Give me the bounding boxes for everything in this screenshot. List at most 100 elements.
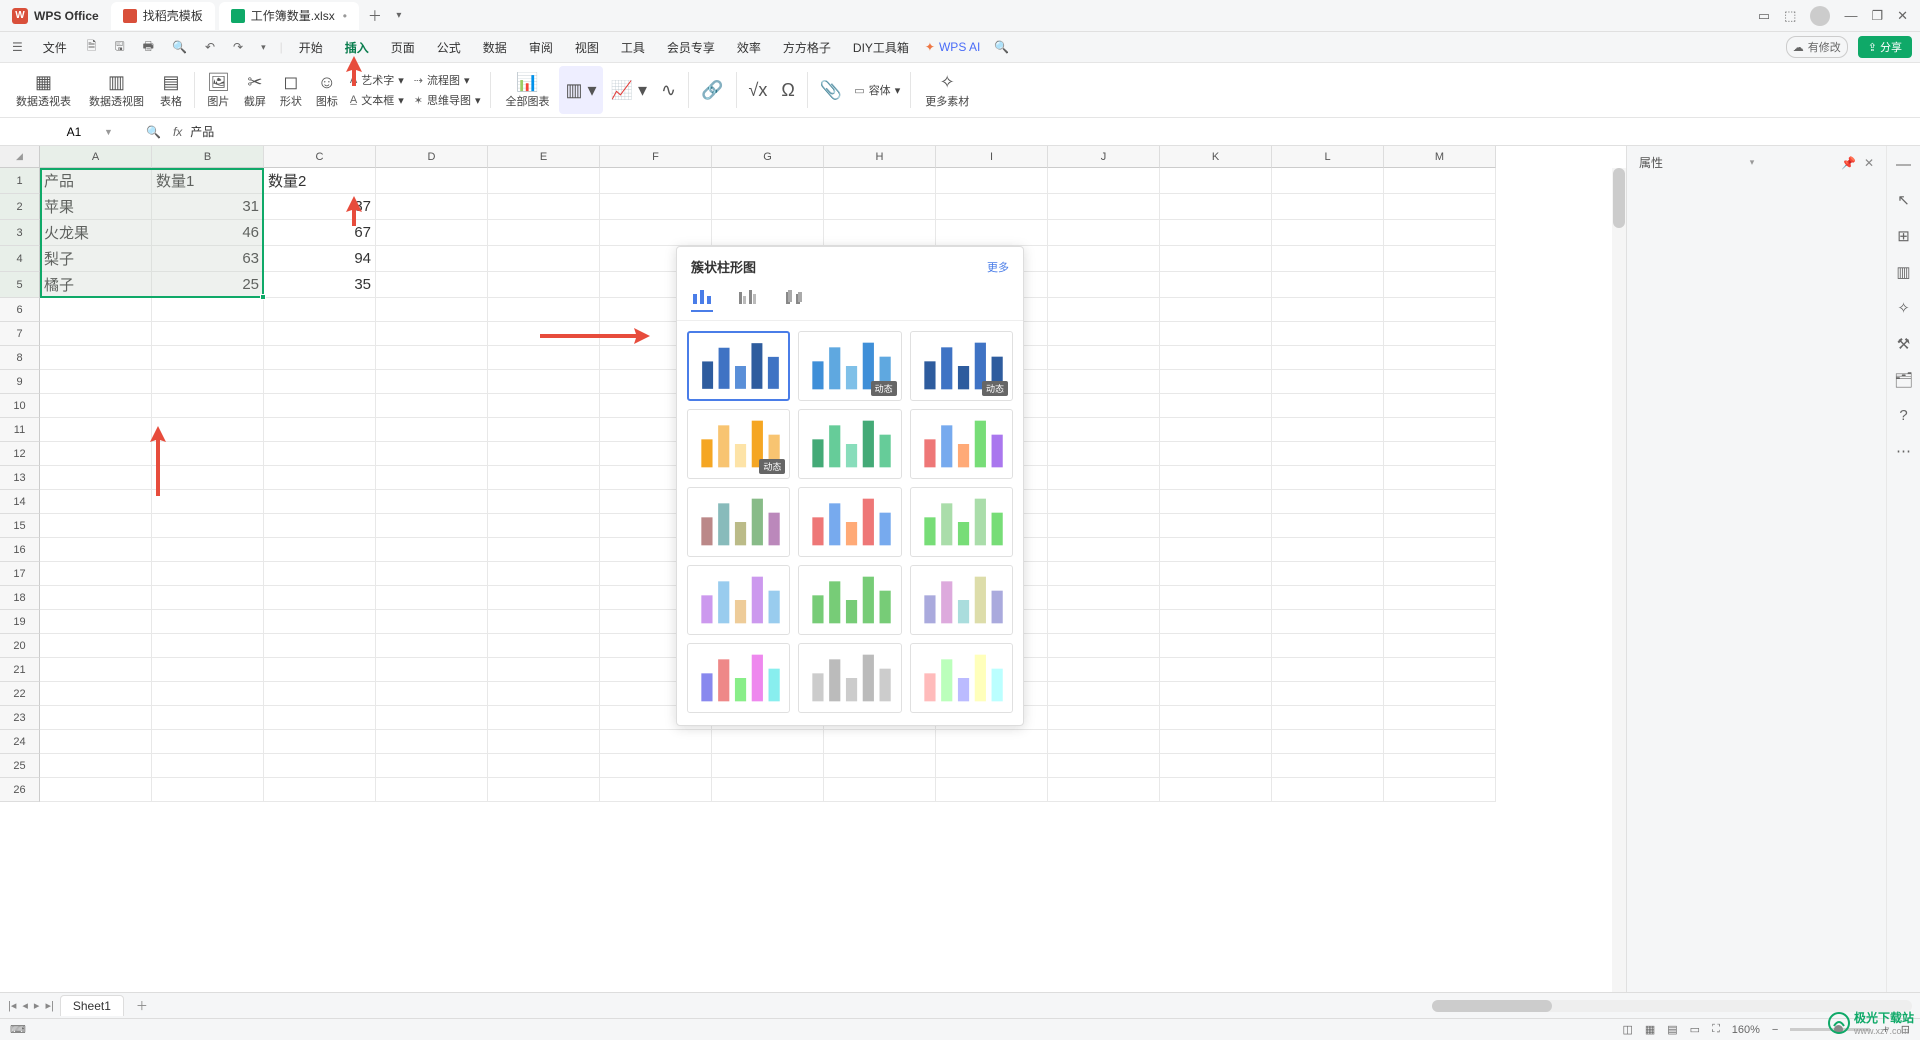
cell[interactable] [1160,706,1272,730]
column-headers[interactable]: ABCDEFGHIJKLM [40,146,1496,168]
cell[interactable] [376,778,488,802]
cell[interactable] [40,778,152,802]
cell[interactable] [1160,586,1272,610]
cell[interactable] [488,634,600,658]
menu-hamburger-icon[interactable]: ☰ [8,38,27,56]
window-minimize-icon[interactable]: — [1844,8,1857,23]
ribbon-pivot-table[interactable]: ▦数据透视表 [8,66,79,114]
cell[interactable]: 63 [152,246,264,272]
cell[interactable] [152,394,264,418]
cell[interactable] [1272,706,1384,730]
cell[interactable] [488,246,600,272]
cell[interactable] [1048,418,1160,442]
cell[interactable] [1048,370,1160,394]
cell[interactable] [152,514,264,538]
cell[interactable] [40,658,152,682]
ribbon-equation[interactable]: √x [743,66,774,114]
cell[interactable] [1272,778,1384,802]
cell[interactable]: 橘子 [40,272,152,298]
cell[interactable] [264,658,376,682]
cell[interactable] [1272,562,1384,586]
cell[interactable] [1048,706,1160,730]
menu-efficiency[interactable]: 效率 [731,35,767,60]
cell[interactable] [1384,538,1496,562]
formula-value[interactable]: 产品 [190,123,214,140]
cell[interactable] [1160,634,1272,658]
menu-tools[interactable]: 工具 [615,35,651,60]
cell[interactable] [376,246,488,272]
row-header-5[interactable]: 5 [0,272,40,298]
menu-page[interactable]: 页面 [385,35,421,60]
zoom-out-icon[interactable]: − [1772,1024,1778,1036]
tab-template[interactable]: 找稻壳模板 [111,2,215,30]
col-header-M[interactable]: M [1384,146,1496,168]
cell[interactable] [1272,466,1384,490]
cell[interactable] [936,194,1048,220]
cell[interactable]: 37 [264,194,376,220]
cell[interactable] [488,298,600,322]
cell[interactable] [936,168,1048,194]
horizontal-scroll-thumb[interactable] [1432,1000,1552,1012]
cell[interactable] [1384,442,1496,466]
cell[interactable] [152,418,264,442]
cell[interactable] [376,538,488,562]
cell[interactable] [1272,298,1384,322]
cell[interactable] [1160,466,1272,490]
cell[interactable] [488,346,600,370]
chart-template-9[interactable] [687,565,790,635]
cell[interactable] [1384,298,1496,322]
cell[interactable]: 产品 [40,168,152,194]
cell[interactable]: 梨子 [40,246,152,272]
cell[interactable] [152,706,264,730]
chart-template-4[interactable] [798,409,901,479]
window-close-icon[interactable]: ✕ [1897,8,1908,24]
cell[interactable] [1272,514,1384,538]
cell[interactable] [1272,370,1384,394]
cell[interactable] [1160,490,1272,514]
fx-icon[interactable]: fx [173,125,182,139]
row-header-10[interactable]: 10 [0,394,40,418]
cell[interactable] [264,562,376,586]
cell[interactable] [40,538,152,562]
cell[interactable] [40,586,152,610]
cell[interactable] [1384,194,1496,220]
window-restore-icon[interactable]: ❐ [1871,8,1883,24]
rail-select-icon[interactable]: ↖ [1897,191,1910,209]
cell[interactable] [488,586,600,610]
cell[interactable] [1384,394,1496,418]
cell[interactable] [1384,272,1496,298]
cell[interactable] [936,778,1048,802]
cell[interactable] [1272,346,1384,370]
cell[interactable] [152,466,264,490]
cell[interactable] [1048,194,1160,220]
cell[interactable] [824,730,936,754]
cell[interactable] [600,754,712,778]
cell[interactable] [1384,322,1496,346]
cell[interactable] [600,194,712,220]
cell[interactable] [40,370,152,394]
col-header-F[interactable]: F [600,146,712,168]
row-header-1[interactable]: 1 [0,168,40,194]
cell[interactable] [1384,706,1496,730]
ribbon-pivot-chart[interactable]: ▥数据透视图 [81,66,152,114]
chart-template-13[interactable] [798,643,901,713]
ribbon-sparkline[interactable]: ∿ [655,66,682,114]
col-header-D[interactable]: D [376,146,488,168]
cell[interactable] [264,298,376,322]
cell[interactable] [152,442,264,466]
cell[interactable] [488,168,600,194]
cell[interactable] [376,586,488,610]
row-headers[interactable]: 1234567891011121314151617181920212223242… [0,168,40,802]
row-header-17[interactable]: 17 [0,562,40,586]
cell[interactable] [1048,754,1160,778]
cell[interactable] [1048,490,1160,514]
cell[interactable] [1384,370,1496,394]
cell[interactable] [488,754,600,778]
search-icon[interactable]: 🔍 [990,38,1013,56]
view-cards-icon[interactable]: ◫ [1622,1023,1632,1036]
cell[interactable] [1048,298,1160,322]
cell[interactable] [40,490,152,514]
ribbon-container[interactable]: ▭容体 ▾ [850,81,904,99]
cell[interactable] [488,538,600,562]
rail-help-icon[interactable]: ? [1899,407,1907,424]
